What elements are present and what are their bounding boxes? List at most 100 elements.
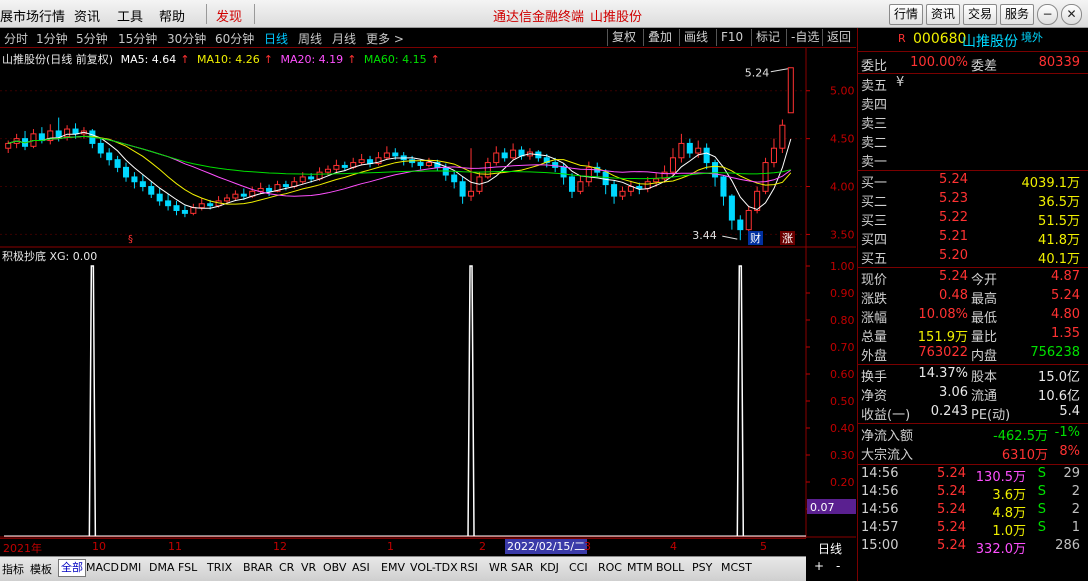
indicator-tab[interactable]: SAR: [511, 561, 533, 574]
indicator-tab[interactable]: ROC: [598, 561, 622, 574]
indicator-tab[interactable]: VOL-TDX: [410, 561, 458, 574]
stat-value: 5.24: [939, 269, 968, 284]
buy-signal-spike: [88, 265, 97, 537]
menu-news[interactable]: 资讯: [74, 6, 100, 25]
bid-row[interactable]: 买一 5.24 4039.1万: [858, 171, 1088, 191]
tick-side: S: [1037, 466, 1046, 481]
indicator-tab[interactable]: CCI: [569, 561, 588, 574]
indicator-tab[interactable]: PSY: [692, 561, 712, 574]
period-60min[interactable]: 60分钟: [215, 30, 254, 47]
candle-body: [198, 203, 205, 209]
stat-label: 外盘: [861, 349, 888, 364]
indicator-tab[interactable]: DMA: [149, 561, 175, 574]
service-button[interactable]: 服务: [1000, 4, 1034, 25]
kline-chart[interactable]: 5.00 4.50 4.00 3.50 1.00 0.90 0.80 0.70 0.60 0.50…: [0, 48, 856, 538]
bid-row[interactable]: 买三 5.22 51.5万: [858, 209, 1088, 229]
quote-button[interactable]: 行情: [889, 4, 923, 25]
period-15min[interactable]: 15分钟: [118, 30, 157, 47]
bid-volume: 41.8万: [1038, 233, 1080, 248]
indicator-tab[interactable]: 模板: [30, 561, 52, 577]
indicator-tab[interactable]: ASI: [352, 561, 370, 574]
indicator-tab[interactable]: BRAR: [243, 561, 273, 574]
bid-label: 买三: [861, 214, 888, 229]
toolbar-mark[interactable]: 标记: [751, 29, 784, 46]
ask-row[interactable]: 卖二: [858, 131, 1088, 151]
cai-marker: 财: [750, 231, 761, 245]
candle-body: [468, 190, 475, 197]
tick-side: S: [1037, 484, 1046, 499]
candle-body: [425, 162, 432, 166]
trade-button[interactable]: 交易: [963, 4, 997, 25]
candle-body: [728, 195, 735, 221]
weibi-value: 100.00%: [910, 55, 968, 70]
close-icon[interactable]: ✕: [1061, 4, 1082, 25]
bid-row[interactable]: 买五 5.20 40.1万: [858, 247, 1088, 267]
tick-count: 2: [1071, 484, 1080, 499]
period-weekly[interactable]: 周线: [298, 30, 322, 47]
candle-body: [619, 190, 626, 197]
fundamental-value: 15.0亿: [1038, 370, 1080, 385]
ask-row[interactable]: 卖五 ¥: [858, 74, 1088, 94]
indicator-tab[interactable]: DMI: [120, 561, 141, 574]
indicator-tab[interactable]: 全部: [58, 559, 86, 577]
minimize-icon[interactable]: −: [1037, 4, 1058, 25]
indicator-tab[interactable]: WR: [489, 561, 508, 574]
ask-row[interactable]: 卖一: [858, 150, 1088, 170]
margin-flag: R: [898, 32, 906, 45]
period-30min[interactable]: 30分钟: [167, 30, 206, 47]
menu-market[interactable]: 展市场行情: [0, 6, 65, 25]
bid-label: 买一: [861, 176, 888, 191]
candle-body: [299, 176, 306, 183]
zoom-in-button[interactable]: +: [814, 559, 824, 573]
period-more[interactable]: 更多 >: [366, 30, 404, 47]
period-timeshare[interactable]: 分时: [4, 30, 28, 47]
menu-help[interactable]: 帮助: [159, 6, 185, 25]
stat-value: 0.48: [939, 288, 968, 303]
toolbar-watchlist[interactable]: -自选: [786, 29, 823, 46]
candle-body: [451, 174, 458, 183]
bid-row[interactable]: 买二 5.23 36.5万: [858, 190, 1088, 210]
period-toolbar: 分时 1分钟 5分钟 15分钟 30分钟 60分钟 日线 周线 月线 更多 > …: [0, 28, 856, 48]
menu-tools[interactable]: 工具: [117, 6, 143, 25]
menu-discover[interactable]: 发现: [216, 6, 242, 25]
period-daily[interactable]: 日线: [264, 30, 288, 47]
toolbar-draw[interactable]: 画线: [679, 29, 712, 46]
candle-body: [316, 171, 323, 180]
news-button[interactable]: 资讯: [926, 4, 960, 25]
indicator-tab[interactable]: RSI: [460, 561, 478, 574]
candle-body: [602, 171, 609, 186]
period-monthly[interactable]: 月线: [332, 30, 356, 47]
indicator-tab[interactable]: BOLL: [656, 561, 684, 574]
indicator-tab[interactable]: MACD: [86, 561, 119, 574]
period-5min[interactable]: 5分钟: [76, 30, 108, 47]
candle-body: [156, 193, 163, 202]
indicator-tab[interactable]: KDJ: [540, 561, 559, 574]
period-indicator-box: 日线 + -: [806, 538, 856, 581]
indicator-tab[interactable]: OBV: [323, 561, 346, 574]
bid-price: 5.20: [939, 248, 968, 263]
bid-label: 买五: [861, 252, 888, 267]
indicator-tab[interactable]: MTM: [627, 561, 653, 574]
zoom-out-button[interactable]: -: [836, 559, 840, 573]
toolbar-f10[interactable]: F10: [716, 29, 747, 46]
ask-row[interactable]: 卖四: [858, 93, 1088, 113]
ask-row[interactable]: 卖三: [858, 112, 1088, 132]
toolbar-overlay[interactable]: 叠加: [643, 29, 676, 46]
bid-row[interactable]: 买四 5.21 41.8万: [858, 228, 1088, 248]
indicator-tab[interactable]: VR: [301, 561, 316, 574]
indicator-tab[interactable]: EMV: [381, 561, 405, 574]
indicator-tab[interactable]: TRIX: [207, 561, 232, 574]
indicator-tab[interactable]: MCST: [721, 561, 752, 574]
toolbar-back[interactable]: 返回: [822, 29, 855, 46]
stock-name[interactable]: 山推股份: [962, 31, 1018, 51]
candle-body: [568, 176, 576, 192]
indicator-tab[interactable]: 指标: [2, 561, 24, 577]
indicator-tick-label: 0.80: [830, 314, 855, 327]
period-1min[interactable]: 1分钟: [36, 30, 68, 47]
chart-area[interactable]: 山推股份(日线 前复权) MA5: 4.64 ↑ MA10: 4.26 ↑ MA20…: [0, 48, 856, 538]
indicator-tab[interactable]: CR: [279, 561, 294, 574]
toolbar-fuquan[interactable]: 复权: [607, 29, 640, 46]
stat-label: 现价: [861, 273, 888, 288]
indicator-tab[interactable]: FSL: [178, 561, 197, 574]
date-label: 2: [479, 540, 486, 553]
